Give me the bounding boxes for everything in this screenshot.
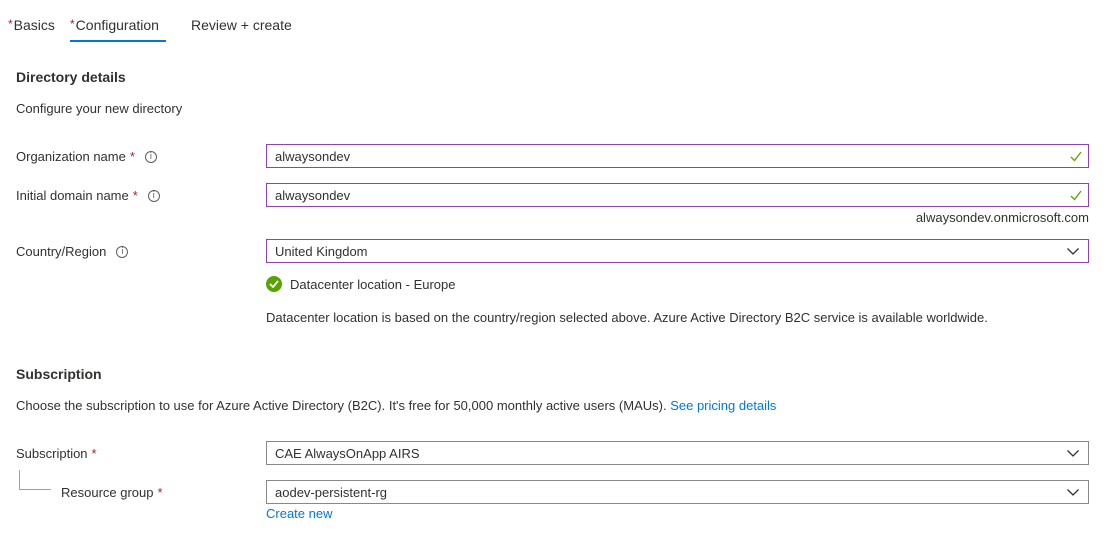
country-label-text: Country/Region <box>16 244 107 259</box>
directory-details-title: Directory details <box>16 69 126 85</box>
org-name-value: alwaysondev <box>275 148 351 164</box>
tab-basics[interactable]: *Basics <box>8 17 55 33</box>
info-icon[interactable]: i <box>144 150 157 163</box>
required-marker: * <box>129 149 135 164</box>
pricing-details-link[interactable]: See pricing details <box>670 398 776 413</box>
required-marker: * <box>8 17 13 31</box>
org-name-input[interactable]: alwaysondev <box>266 144 1089 168</box>
country-select[interactable]: United Kingdom <box>266 239 1089 263</box>
tab-review-label: Review + create <box>191 17 292 33</box>
required-marker: * <box>157 485 163 500</box>
subscription-description-text: Choose the subscription to use for Azure… <box>16 398 667 413</box>
org-name-label: Organization name * i <box>16 149 157 164</box>
datacenter-status-text: Datacenter location - Europe <box>290 276 456 292</box>
wizard-tabs: *Basics *Configuration Review + create <box>0 0 1104 44</box>
tree-connector <box>19 470 20 490</box>
subscription-select[interactable]: CAE AlwaysOnApp AIRS <box>266 441 1089 465</box>
tab-configuration[interactable]: *Configuration <box>70 17 159 33</box>
subscription-label-text: Subscription <box>16 446 88 461</box>
country-value: United Kingdom <box>275 243 368 259</box>
domain-name-input[interactable]: alwaysondev <box>266 183 1089 207</box>
required-marker: * <box>91 446 97 461</box>
create-new-link[interactable]: Create new <box>266 506 332 521</box>
domain-name-value: alwaysondev <box>275 187 351 203</box>
active-tab-indicator <box>70 40 166 42</box>
resource-group-value: aodev-persistent-rg <box>275 484 387 500</box>
resource-group-label-text: Resource group <box>61 485 154 500</box>
resource-group-select[interactable]: aodev-persistent-rg <box>266 480 1089 504</box>
directory-description: Configure your new directory <box>16 101 183 116</box>
resource-group-label: Resource group * <box>61 485 163 500</box>
subscription-label: Subscription * <box>16 446 97 461</box>
chevron-down-icon <box>1067 489 1079 496</box>
datacenter-note: Datacenter location is based on the coun… <box>266 310 988 325</box>
subscription-description: Choose the subscription to use for Azure… <box>16 398 776 413</box>
chevron-down-icon <box>1067 248 1079 255</box>
required-marker: * <box>132 188 138 203</box>
info-icon[interactable]: i <box>147 189 160 202</box>
chevron-down-icon <box>1067 450 1079 457</box>
checkmark-icon <box>1070 190 1082 201</box>
checkmark-icon <box>1070 151 1082 162</box>
tab-configuration-label: Configuration <box>75 17 159 33</box>
info-icon[interactable]: i <box>116 245 129 258</box>
success-check-icon <box>266 276 282 292</box>
org-name-label-text: Organization name <box>16 149 126 164</box>
tab-review-create[interactable]: Review + create <box>191 17 292 33</box>
domain-suffix: alwaysondev.onmicrosoft.com <box>915 210 1089 225</box>
datacenter-status: Datacenter location - Europe <box>266 276 455 292</box>
domain-name-label-text: Initial domain name <box>16 188 129 203</box>
subscription-value: CAE AlwaysOnApp AIRS <box>275 445 420 461</box>
subscription-title: Subscription <box>16 366 102 382</box>
domain-name-label: Initial domain name * i <box>16 188 160 203</box>
required-marker: * <box>70 17 75 31</box>
tab-basics-label: Basics <box>13 17 55 33</box>
tree-connector <box>19 489 51 490</box>
country-label: Country/Region i <box>16 244 129 259</box>
